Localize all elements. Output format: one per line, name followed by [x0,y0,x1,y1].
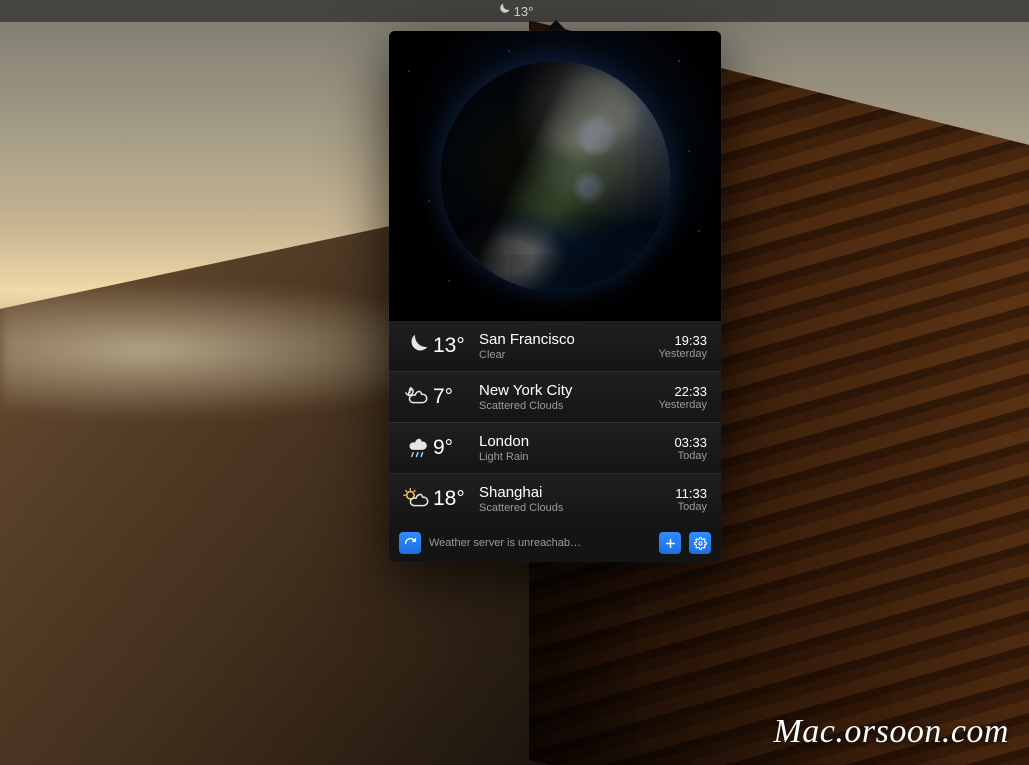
city-time: 11:33 [647,486,707,501]
city-temp: 7° [433,385,477,409]
city-temp: 13° [433,334,477,358]
city-day: Today [647,501,707,513]
city-row[interactable]: 13° San Francisco Clear 19:33 Yesterday [389,321,721,372]
menu-bar: 13° [0,0,1029,22]
city-temp: 18° [433,487,477,511]
sun-cloud-icon [399,482,433,516]
moon-icon [496,3,510,20]
night-cloud-icon [399,380,433,414]
city-day: Yesterday [647,348,707,360]
city-condition: Scattered Clouds [479,502,647,515]
city-condition: Light Rain [479,451,647,464]
watermark-text: Mac.orsoon.com [773,713,1009,751]
menubar-temp: 13° [514,4,534,19]
city-condition: Clear [479,349,647,362]
settings-button[interactable] [689,532,711,554]
popover-arrow [545,20,567,31]
menubar-weather-item[interactable]: 13° [488,0,542,22]
city-time: 19:33 [647,333,707,348]
popover-footer: Weather server is unreachab… [389,524,721,562]
city-temp: 9° [433,436,477,460]
city-time: 22:33 [647,384,707,399]
city-day: Yesterday [647,399,707,411]
city-name: San Francisco [479,331,647,349]
moon-icon [399,329,433,363]
add-button[interactable] [659,532,681,554]
globe-view[interactable] [389,31,721,321]
city-condition: Scattered Clouds [479,400,647,413]
city-day: Today [647,450,707,462]
city-row[interactable]: 7° New York City Scattered Clouds 22:33 … [389,372,721,423]
city-name: New York City [479,382,647,400]
city-row[interactable]: 9° London Light Rain 03:33 Today [389,423,721,474]
city-time: 03:33 [647,435,707,450]
city-row[interactable]: 18° Shanghai Scattered Clouds 11:33 Toda… [389,474,721,524]
rain-cloud-icon [399,431,433,465]
city-list: 13° San Francisco Clear 19:33 Yesterday [389,321,721,524]
weather-popover: 13° San Francisco Clear 19:33 Yesterday [389,24,721,562]
earth-globe [440,61,670,291]
city-name: Shanghai [479,484,647,502]
city-name: London [479,433,647,451]
status-text: Weather server is unreachab… [429,537,651,549]
refresh-button[interactable] [399,532,421,554]
